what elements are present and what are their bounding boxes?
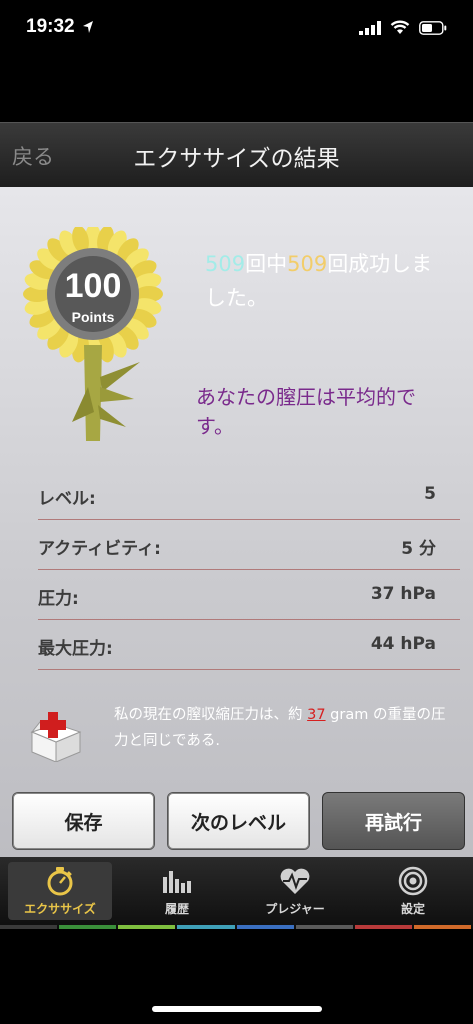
target-icon — [398, 866, 428, 896]
status-indicators — [359, 20, 447, 35]
page-title: エクササイズの結果 — [133, 146, 340, 172]
weight-info-before: 私の現在の膣収縮圧力は、約 — [114, 707, 308, 723]
tab-settings[interactable]: 設定 — [361, 862, 465, 920]
stat-label: アクティビティ: — [38, 539, 161, 559]
stat-value: 5 分 — [401, 539, 436, 559]
tab-pleasure[interactable]: プレジャー — [243, 862, 347, 920]
stat-label: 圧力: — [38, 589, 79, 609]
stat-row-pressure: 圧力: 37 hPa — [38, 570, 460, 620]
tab-label: プレジャー — [265, 902, 325, 916]
next-level-button[interactable]: 次のレベル — [167, 792, 310, 850]
heart-pulse-icon — [280, 868, 310, 894]
stat-value: 37 hPa — [370, 584, 436, 604]
tab-label: 設定 — [400, 902, 425, 916]
sunflower-medal: 100 Points — [22, 224, 164, 447]
stats-list: レベル: 5 アクティビティ: 5 分 圧力: 37 hPa 最大圧力: 44 … — [38, 470, 460, 670]
result-content: 100 Points 509回中509回成功しました。 あなたの膣圧は平均的です… — [0, 187, 473, 857]
navigation-bar: 戻る エクササイズの結果 — [0, 122, 473, 187]
result-summary: 509回中509回成功しました。 — [205, 247, 435, 315]
bar-chart-icon — [163, 871, 191, 893]
home-indicator[interactable] — [152, 1006, 322, 1012]
status-bar: 19:32 — [0, 0, 473, 58]
weight-info: 私の現在の膣収縮圧力は、約 37 gram の重量の圧力と同じである. — [28, 702, 448, 762]
retry-button[interactable]: 再試行 — [322, 792, 465, 850]
points-value: 100 — [64, 267, 122, 305]
result-sep-1: 回中 — [245, 252, 288, 276]
wifi-icon — [390, 20, 410, 34]
save-button[interactable]: 保存 — [12, 792, 155, 850]
pressure-assessment: あなたの膣圧は平均的です。 — [196, 385, 416, 438]
tab-label: 履歴 — [164, 902, 189, 916]
stat-value: 44 hPa — [370, 634, 436, 654]
gift-box-icon — [30, 712, 82, 762]
total-count: 509 — [287, 252, 328, 276]
stat-row-max-pressure: 最大圧力: 44 hPa — [38, 620, 460, 670]
stopwatch-icon — [47, 867, 73, 896]
tab-label: エクササイズ — [24, 902, 96, 916]
tab-color-strip — [0, 925, 473, 929]
location-arrow-icon — [83, 21, 93, 33]
status-time: 19:32 — [26, 16, 75, 37]
weight-info-text: 私の現在の膣収縮圧力は、約 37 gram の重量の圧力と同じである. — [114, 702, 450, 754]
tab-history[interactable]: 履歴 — [125, 862, 229, 920]
stat-label: 最大圧力: — [38, 639, 113, 659]
cellular-signal-icon — [359, 20, 381, 35]
sunflower-badge-icon — [23, 224, 163, 441]
tab-bar: エクササイズ 履歴 プレジャー 設定 — [0, 857, 473, 929]
tab-exercise[interactable]: エクササイズ — [8, 862, 112, 920]
points-label: Points — [71, 309, 115, 325]
weight-value-link[interactable]: 37 — [307, 707, 325, 723]
success-count: 509 — [205, 252, 246, 276]
stat-label: レベル: — [38, 489, 96, 509]
stat-value: 5 — [424, 484, 436, 504]
battery-icon — [419, 20, 447, 35]
stat-row-level: レベル: 5 — [38, 470, 460, 520]
stat-row-activity: アクティビティ: 5 分 — [38, 520, 460, 570]
